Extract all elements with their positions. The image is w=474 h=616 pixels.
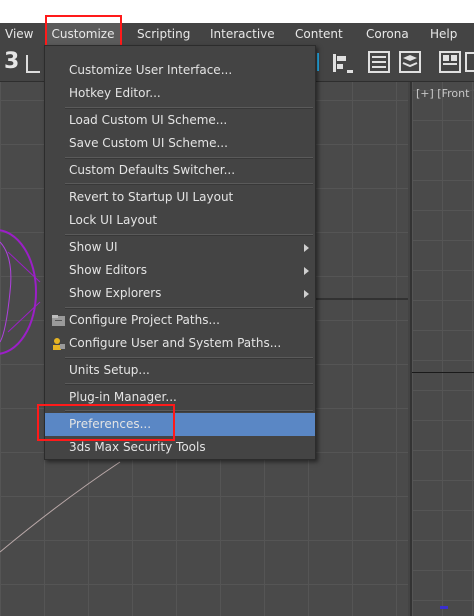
menu-content[interactable]: Content — [295, 23, 343, 45]
snap-icon — [26, 55, 40, 73]
menu-separator — [65, 383, 313, 385]
menu-item-configure-system-paths[interactable]: Configure User and System Paths... — [45, 332, 315, 355]
menu-item-label: Hotkey Editor... — [69, 86, 161, 100]
folder-paths-icon — [52, 315, 65, 326]
menu-item-security-tools[interactable]: 3ds Max Security Tools — [45, 436, 315, 459]
menu-corona[interactable]: Corona — [366, 23, 409, 45]
menu-item-defaults-switcher[interactable]: Custom Defaults Switcher... — [45, 159, 315, 182]
menu-item-label: Customize User Interface... — [69, 63, 233, 77]
menu-item-label: Show Editors — [69, 263, 147, 277]
menu-item-label: Load Custom UI Scheme... — [69, 113, 228, 127]
front-viewport[interactable] — [410, 82, 474, 616]
camera-path-curve — [0, 461, 121, 553]
submenu-arrow-icon — [304, 244, 309, 252]
menu-item-label: Preferences... — [69, 417, 152, 431]
menu-item-label: Revert to Startup UI Layout — [69, 190, 234, 204]
menu-item-label: Configure User and System Paths... — [69, 336, 282, 350]
menu-item-label: Lock UI Layout — [69, 213, 158, 227]
menu-item-label: 3ds Max Security Tools — [69, 440, 206, 454]
menu-item-revert-ui-layout[interactable]: Revert to Startup UI Layout — [45, 186, 315, 209]
menu-interactive[interactable]: Interactive — [210, 23, 275, 45]
scene-explorer-icon[interactable] — [367, 50, 391, 74]
menu-item-show-ui[interactable]: Show UI — [45, 236, 315, 259]
align-objects-icon[interactable] — [330, 50, 354, 74]
menu-item-label: Plug-in Manager... — [69, 390, 177, 404]
menu-customize[interactable]: Customize — [46, 23, 120, 45]
menu-help[interactable]: Help — [430, 23, 457, 45]
wireframe-object — [0, 229, 37, 355]
front-viewport-label[interactable]: [+] [Front ] — [416, 87, 474, 100]
submenu-arrow-icon — [304, 290, 309, 298]
menu-separator — [65, 183, 313, 185]
layer-explorer-icon[interactable] — [398, 50, 422, 74]
menu-item-hotkey-editor[interactable]: Hotkey Editor... — [45, 82, 315, 105]
menu-item-load-ui-scheme[interactable]: Load Custom UI Scheme... — [45, 109, 315, 132]
menu-item-label: Show Explorers — [69, 286, 162, 300]
toggle-ribbon-icon[interactable] — [438, 50, 462, 74]
menu-item-configure-project-paths[interactable]: Configure Project Paths... — [45, 309, 315, 332]
customize-dropdown-menu: Customize User Interface... Hotkey Edito… — [44, 45, 316, 460]
menu-item-save-ui-scheme[interactable]: Save Custom UI Scheme... — [45, 132, 315, 155]
menu-item-lock-ui-layout[interactable]: Lock UI Layout — [45, 209, 315, 232]
submenu-arrow-icon — [304, 267, 309, 275]
window-top-area — [0, 0, 474, 23]
menu-item-show-editors[interactable]: Show Editors — [45, 259, 315, 282]
menu-separator — [65, 410, 313, 412]
main-menu-bar: View Customize Scripting Interactive Con… — [0, 23, 474, 45]
axis-marker — [440, 606, 448, 609]
menu-item-show-explorers[interactable]: Show Explorers — [45, 282, 315, 305]
menu-item-units-setup[interactable]: Units Setup... — [45, 359, 315, 382]
snap-toggle-3d[interactable]: 3 — [4, 49, 19, 74]
user-paths-icon — [53, 338, 65, 350]
menu-item-plugin-manager[interactable]: Plug-in Manager... — [45, 386, 315, 409]
front-horizon-line — [412, 372, 474, 373]
menu-item-label: Units Setup... — [69, 363, 150, 377]
menu-item-label: Custom Defaults Switcher... — [69, 163, 236, 177]
menu-item-label: Show UI — [69, 240, 118, 254]
menu-item-customize-ui[interactable]: Customize User Interface... — [45, 59, 315, 82]
menu-item-label: Configure Project Paths... — [69, 313, 220, 327]
menu-item-preferences[interactable]: Preferences... — [45, 413, 315, 436]
menu-scripting[interactable]: Scripting — [137, 23, 190, 45]
menu-view[interactable]: View — [5, 23, 33, 45]
menu-item-label: Save Custom UI Scheme... — [69, 136, 228, 150]
toolbar-overflow-icon[interactable] — [464, 50, 474, 74]
